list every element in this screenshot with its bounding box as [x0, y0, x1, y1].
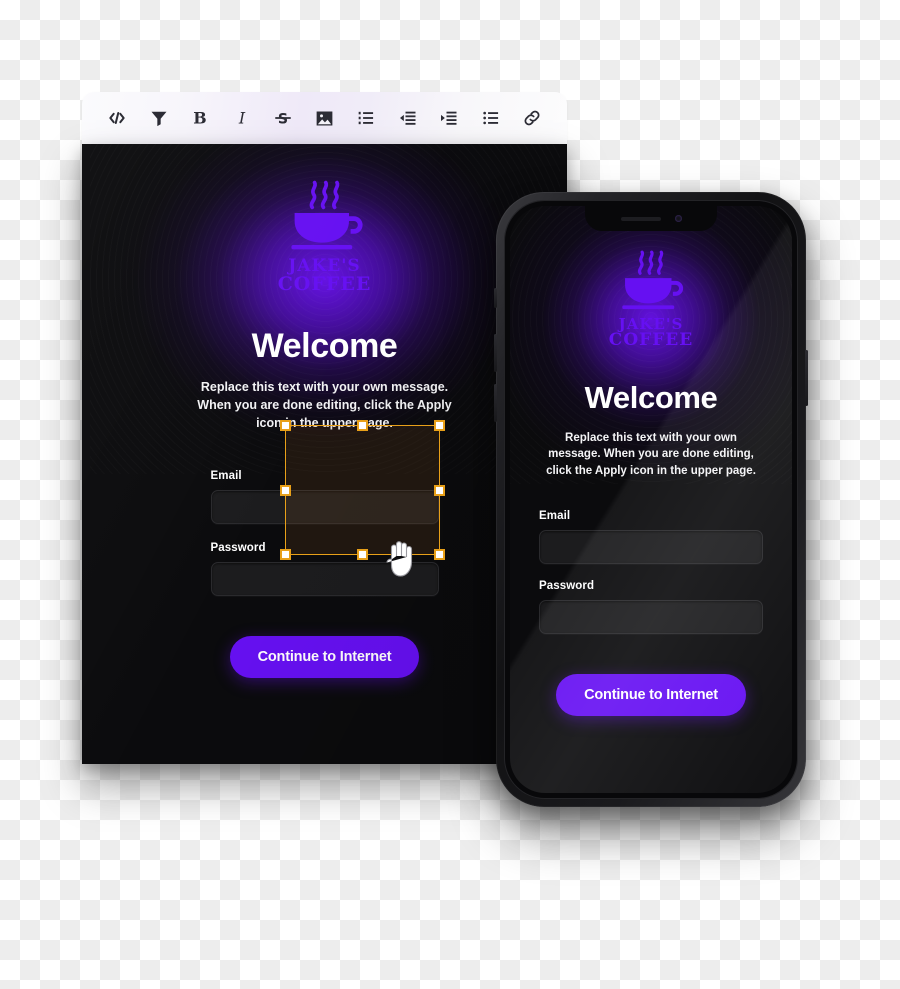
phone-blurb: Replace this text with your own message.… — [546, 431, 756, 477]
text-selection-box[interactable] — [280, 420, 445, 560]
image-icon[interactable] — [312, 105, 338, 131]
selection-handle-bottom-left[interactable] — [280, 549, 291, 560]
selection-handle-middle-right[interactable] — [434, 484, 445, 496]
ordered-list-icon[interactable] — [353, 105, 379, 131]
phone-email-field-group: Email — [539, 510, 763, 564]
phone-preview-mockup: JAKE'S COFFEE Welcome Replace this text … — [494, 192, 808, 807]
selection-handle-middle-left[interactable] — [280, 484, 291, 496]
phone-volume-down-button[interactable] — [494, 384, 497, 422]
selection-handle-bottom-right[interactable] — [434, 549, 445, 560]
editor-toolbar: B I S — [82, 92, 567, 144]
strikethrough-icon[interactable]: S — [270, 105, 296, 131]
brand-logo: JAKE'S COFFEE — [82, 178, 567, 295]
italic-icon[interactable]: I — [229, 105, 255, 131]
phone-brand-logo: JAKE'S COFFEE — [510, 248, 792, 350]
brand-logo-line2: COFFEE — [277, 273, 372, 296]
phone-screen: JAKE'S COFFEE Welcome Replace this text … — [510, 206, 792, 793]
indent-icon[interactable] — [436, 105, 462, 131]
phone-password-label: Password — [539, 579, 595, 592]
phone-coffee-cup-icon — [622, 250, 684, 310]
phone-password-field-group: Password — [539, 580, 763, 634]
phone-email-label: Email — [539, 509, 571, 522]
phone-brand-logo-line2: COFFEE — [608, 330, 694, 351]
svg-text:I: I — [237, 108, 245, 127]
svg-text:B: B — [193, 108, 206, 127]
phone-front-camera-icon — [674, 215, 682, 222]
bullet-list-icon[interactable] — [478, 105, 504, 131]
phone-volume-up-button[interactable] — [494, 334, 497, 372]
link-icon[interactable] — [519, 105, 545, 131]
filter-icon[interactable] — [146, 105, 172, 131]
code-icon[interactable] — [104, 105, 130, 131]
phone-power-button[interactable] — [805, 350, 808, 406]
phone-notch — [585, 206, 717, 231]
phone-continue-button[interactable]: Continue to Internet — [556, 673, 746, 716]
phone-mute-switch[interactable] — [494, 288, 497, 308]
phone-password-input[interactable] — [539, 599, 763, 634]
selection-handle-top-right[interactable] — [434, 420, 445, 431]
phone-speaker-grille — [620, 216, 661, 221]
desktop-preview-mockup: B I S JAKE'S COFFEE Welcome Replace this… — [82, 92, 567, 764]
desktop-password-input[interactable] — [210, 562, 439, 597]
selection-handle-bottom-center[interactable] — [357, 549, 368, 560]
outdent-icon[interactable] — [395, 105, 421, 131]
desktop-continue-button[interactable]: Continue to Internet — [229, 636, 420, 679]
desktop-heading: Welcome — [251, 326, 398, 365]
selection-handle-top-left[interactable] — [280, 420, 291, 431]
bold-icon[interactable]: B — [187, 105, 213, 131]
phone-email-input[interactable] — [539, 529, 763, 564]
phone-heading: Welcome — [584, 379, 718, 415]
selection-handle-top-center[interactable] — [357, 420, 368, 431]
svg-text:S: S — [278, 111, 288, 127]
coffee-cup-icon — [290, 180, 363, 250]
